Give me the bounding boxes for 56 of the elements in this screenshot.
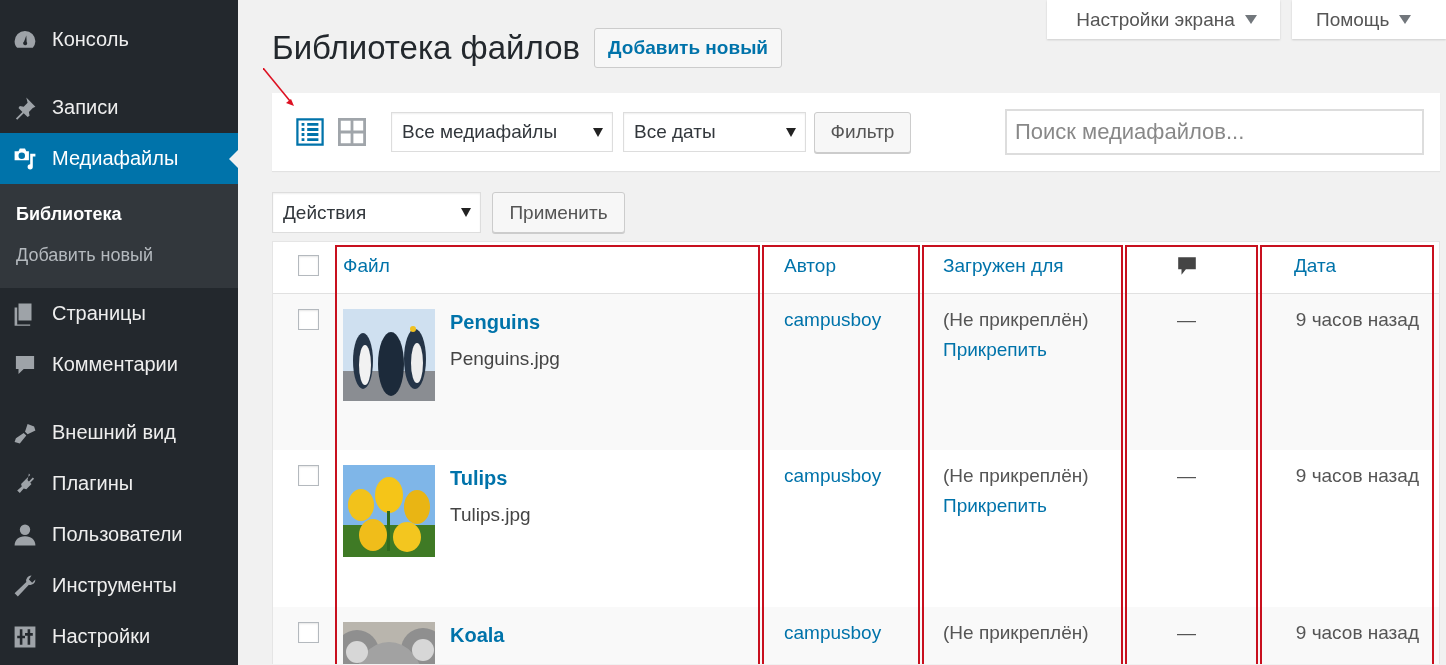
sidebar-item[interactable]: Настройки [0,611,238,662]
file-title-link[interactable]: Penguins [450,311,560,334]
checkbox[interactable] [298,622,319,643]
caret-icon [593,128,603,137]
screen-tab[interactable]: Помощь [1292,0,1446,39]
dropdown[interactable]: Действия [272,192,481,233]
sidebar-item[interactable]: Внешний вид [0,407,238,458]
checkbox[interactable] [298,255,319,276]
list-view-icon[interactable] [296,118,324,146]
sidebar-item[interactable]: Консоль [0,14,238,65]
attachment-status: (Не прикреплён) [943,309,1090,331]
dropdown[interactable]: Все даты [623,112,806,152]
checkbox[interactable] [298,309,319,330]
sidebar-item[interactable]: Страницы [0,288,238,339]
sidebar-item[interactable]: Комментарии [0,339,238,390]
file-name: Penguins.jpg [450,348,560,370]
sidebar-item[interactable]: Записи [0,82,238,133]
checkbox[interactable] [298,465,319,486]
column-header[interactable]: Загружен для [943,255,1064,276]
submenu-item[interactable]: Добавить новый [0,235,238,276]
attachment-status: (Не прикреплён) [943,465,1090,487]
add-new-button[interactable]: Добавить новый [594,27,783,68]
caret-icon [1244,15,1257,24]
dropdown[interactable]: Все медиафайлы [391,112,613,152]
column-header[interactable]: Файл [343,255,390,276]
column-header[interactable]: Автор [784,255,836,276]
author-link[interactable]: campusboy [784,465,882,486]
upload-date: 9 часов назад [1295,465,1419,486]
file-title-link[interactable]: Tulips [450,467,531,490]
comment-icon [1175,255,1198,277]
screen-tab[interactable]: Настройки экрана [1047,0,1280,39]
comment-count: — [1177,622,1196,643]
attach-link[interactable]: Прикрепить [943,339,1124,361]
upload-date: 9 часов назад [1295,622,1419,643]
page-title: Библиотека файлов [272,28,581,67]
caret-icon [1399,15,1412,24]
comment-count: — [1177,465,1196,486]
apply-button[interactable]: Применить [492,192,625,233]
sidebar-item[interactable]: Инструменты [0,560,238,611]
attach-link[interactable]: Прикрепить [943,495,1124,517]
author-link[interactable]: campusboy [784,309,882,330]
sidebar-item[interactable]: Пользователи [0,509,238,560]
file-name: Tulips.jpg [450,504,531,526]
submenu-item[interactable]: Библиотека [0,194,238,235]
caret-icon [461,208,471,217]
grid-view-icon[interactable] [338,118,366,146]
search-field[interactable]: Поиск медиафайлов... [1005,109,1424,155]
column-header[interactable]: Дата [1294,255,1337,276]
filter-button[interactable]: Фильтр [814,111,911,153]
caret-icon [786,128,796,137]
attachment-status: (Не прикреплён) [943,622,1090,644]
sidebar-item[interactable]: Медиафайлы [0,133,238,184]
upload-date: 9 часов назад [1295,309,1419,330]
file-title-link[interactable]: Koala [450,624,505,647]
sidebar-item[interactable]: Плагины [0,458,238,509]
comment-count: — [1177,309,1196,330]
